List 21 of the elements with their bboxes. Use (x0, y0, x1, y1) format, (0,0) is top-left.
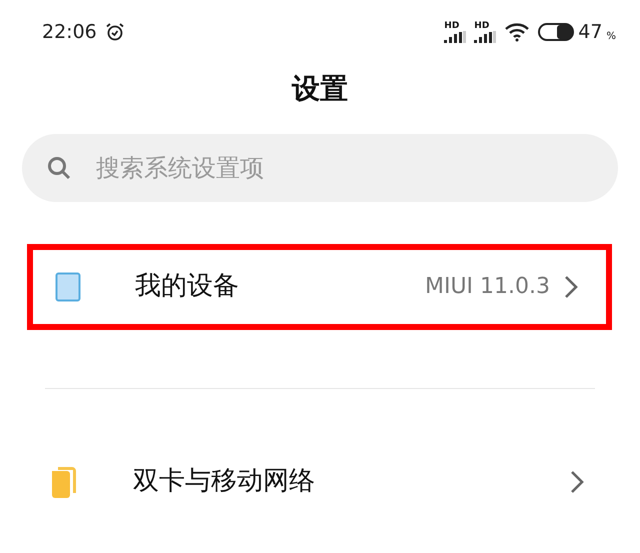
item-label: 我的设备 (135, 270, 240, 304)
wifi-icon (504, 22, 530, 42)
network-type-label: HD (444, 22, 460, 30)
status-time: 22:06 (42, 20, 97, 45)
network-type-label: HD (474, 22, 490, 30)
signal-icon (474, 30, 496, 42)
chevron-right-icon (570, 470, 584, 494)
signal-icon (444, 30, 466, 42)
search-field[interactable]: 搜索系统设置项 (22, 134, 618, 202)
battery-unit: % (606, 30, 616, 44)
sim-cards-icon (49, 464, 79, 499)
settings-item[interactable]: 我的设备 MIUI 11.0.3 (27, 244, 612, 330)
battery-icon (538, 23, 574, 41)
page-title: 设置 (290, 72, 349, 106)
battery-percent: 47 (578, 20, 602, 45)
settings-item[interactable]: 双卡与移动网络 (27, 438, 612, 525)
chevron-right-icon (564, 274, 578, 299)
item-label: 双卡与移动网络 (133, 465, 316, 498)
device-icon (55, 272, 81, 302)
item-value: MIUI 11.0.3 (424, 273, 550, 302)
alarm-icon (104, 22, 125, 42)
